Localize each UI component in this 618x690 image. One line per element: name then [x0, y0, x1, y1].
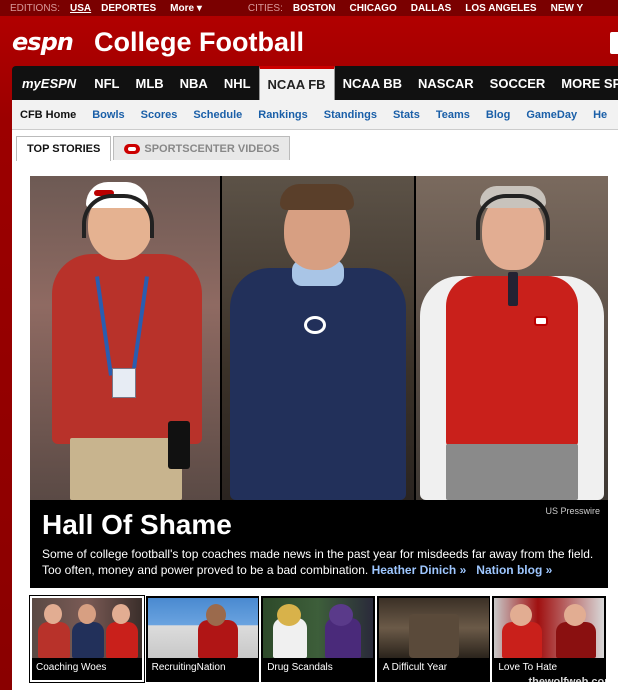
city-chicago-link[interactable]: CHICAGO — [350, 3, 397, 14]
thumb-drug-scandals[interactable]: Drug Scandals — [261, 596, 375, 682]
city-boston-link[interactable]: BOSTON — [293, 3, 336, 14]
espn-logo[interactable]: espn — [12, 28, 84, 56]
city-ny-link[interactable]: NEW Y — [551, 3, 584, 14]
hero-photo-coach-1 — [30, 176, 220, 500]
edition-deportes-link[interactable]: DEPORTES — [101, 3, 156, 14]
thumb-label: Love To Hate — [498, 662, 558, 673]
subnav-gameday[interactable]: GameDay — [526, 109, 577, 121]
subnav-stats[interactable]: Stats — [393, 109, 420, 121]
editions-label: EDITIONS: — [10, 2, 61, 14]
nav-nba[interactable]: NBA — [172, 66, 216, 100]
hero-photo-coach-2 — [222, 176, 414, 500]
thumb-label: A Difficult Year — [382, 662, 448, 673]
hero-photo-coach-3 — [416, 176, 608, 500]
nav-myespn[interactable]: myESPN — [12, 66, 86, 100]
hero-story[interactable]: US Presswire Hall Of Shame Some of colle… — [30, 176, 608, 588]
tab-top-stories[interactable]: TOP STORIES — [16, 136, 112, 161]
nav-nhl[interactable]: NHL — [216, 66, 259, 100]
thumb-recruitingnation[interactable]: RecruitingNation — [145, 596, 260, 682]
section-title: College Football — [94, 27, 305, 57]
thumb-coaching-woes[interactable]: Coaching Woes — [29, 595, 145, 683]
nav-soccer[interactable]: SOCCER — [482, 66, 554, 100]
editions-bar: EDITIONS: USA DEPORTES More CITIES: BOST… — [0, 0, 618, 16]
nav-more-sports[interactable]: MORE SPO — [553, 66, 618, 100]
watermark: thewolfweb.com — [528, 676, 614, 688]
city-dallas-link[interactable]: DALLAS — [411, 3, 452, 14]
header-widget[interactable] — [610, 32, 618, 54]
thumb-label: Coaching Woes — [36, 662, 107, 673]
thumb-a-difficult-year[interactable]: A Difficult Year — [376, 596, 491, 682]
thumb-image — [263, 598, 374, 658]
nav-ncaabb[interactable]: NCAA BB — [335, 66, 410, 100]
subnav-standings[interactable]: Standings — [324, 109, 377, 121]
thumb-label: Drug Scandals — [267, 662, 333, 673]
content-area: TOP STORIES SPORTSCENTER VIDEOS US Press… — [12, 130, 618, 690]
sportscenter-icon — [124, 143, 141, 154]
thumb-image — [147, 598, 258, 658]
sub-nav: CFB Home Bowls Scores Schedule Rankings … — [12, 100, 618, 130]
subnav-schedule[interactable]: Schedule — [193, 109, 242, 121]
nav-mlb[interactable]: MLB — [127, 66, 171, 100]
story-thumbnails: Coaching Woes RecruitingNation Drug Scan… — [29, 595, 608, 683]
author-link[interactable]: Heather Dinich » — [372, 563, 467, 577]
thumb-love-to-hate[interactable]: Love To Hate — [492, 596, 606, 682]
subnav-rankings[interactable]: Rankings — [258, 109, 308, 121]
tab-sportscenter-label: SPORTSCENTER VIDEOS — [144, 142, 280, 155]
main-nav: myESPN NFL MLB NBA NHL NCAA FB NCAA BB N… — [12, 66, 618, 100]
story-tabs: TOP STORIES SPORTSCENTER VIDEOS — [16, 136, 292, 161]
subnav-cfb-home[interactable]: CFB Home — [20, 109, 76, 121]
tab-sportscenter-videos[interactable]: SPORTSCENTER VIDEOS — [113, 136, 291, 160]
edition-usa-link[interactable]: USA — [70, 3, 91, 14]
thumb-image — [32, 598, 142, 658]
city-la-link[interactable]: LOS ANGELES — [465, 3, 536, 14]
subnav-blog[interactable]: Blog — [486, 109, 510, 121]
subnav-teams[interactable]: Teams — [436, 109, 470, 121]
more-editions-dropdown[interactable]: More — [170, 3, 202, 14]
nav-nascar[interactable]: NASCAR — [410, 66, 482, 100]
thumb-image — [494, 598, 605, 658]
nav-ncaafb[interactable]: NCAA FB — [258, 66, 335, 100]
thumb-image — [378, 598, 489, 658]
hero-blurb: Some of college football's top coaches m… — [42, 546, 598, 578]
thumb-label: RecruitingNation — [151, 662, 226, 673]
subnav-help[interactable]: He — [593, 109, 607, 121]
subnav-scores[interactable]: Scores — [141, 109, 178, 121]
subnav-bowls[interactable]: Bowls — [92, 109, 124, 121]
hero-headline[interactable]: Hall Of Shame — [42, 508, 232, 542]
cities-label: CITIES: — [247, 2, 283, 14]
nav-nfl[interactable]: NFL — [86, 66, 127, 100]
nation-blog-link[interactable]: Nation blog » — [476, 563, 552, 577]
photo-credit: US Presswire — [545, 506, 600, 516]
site-header: espn College Football — [0, 22, 618, 64]
